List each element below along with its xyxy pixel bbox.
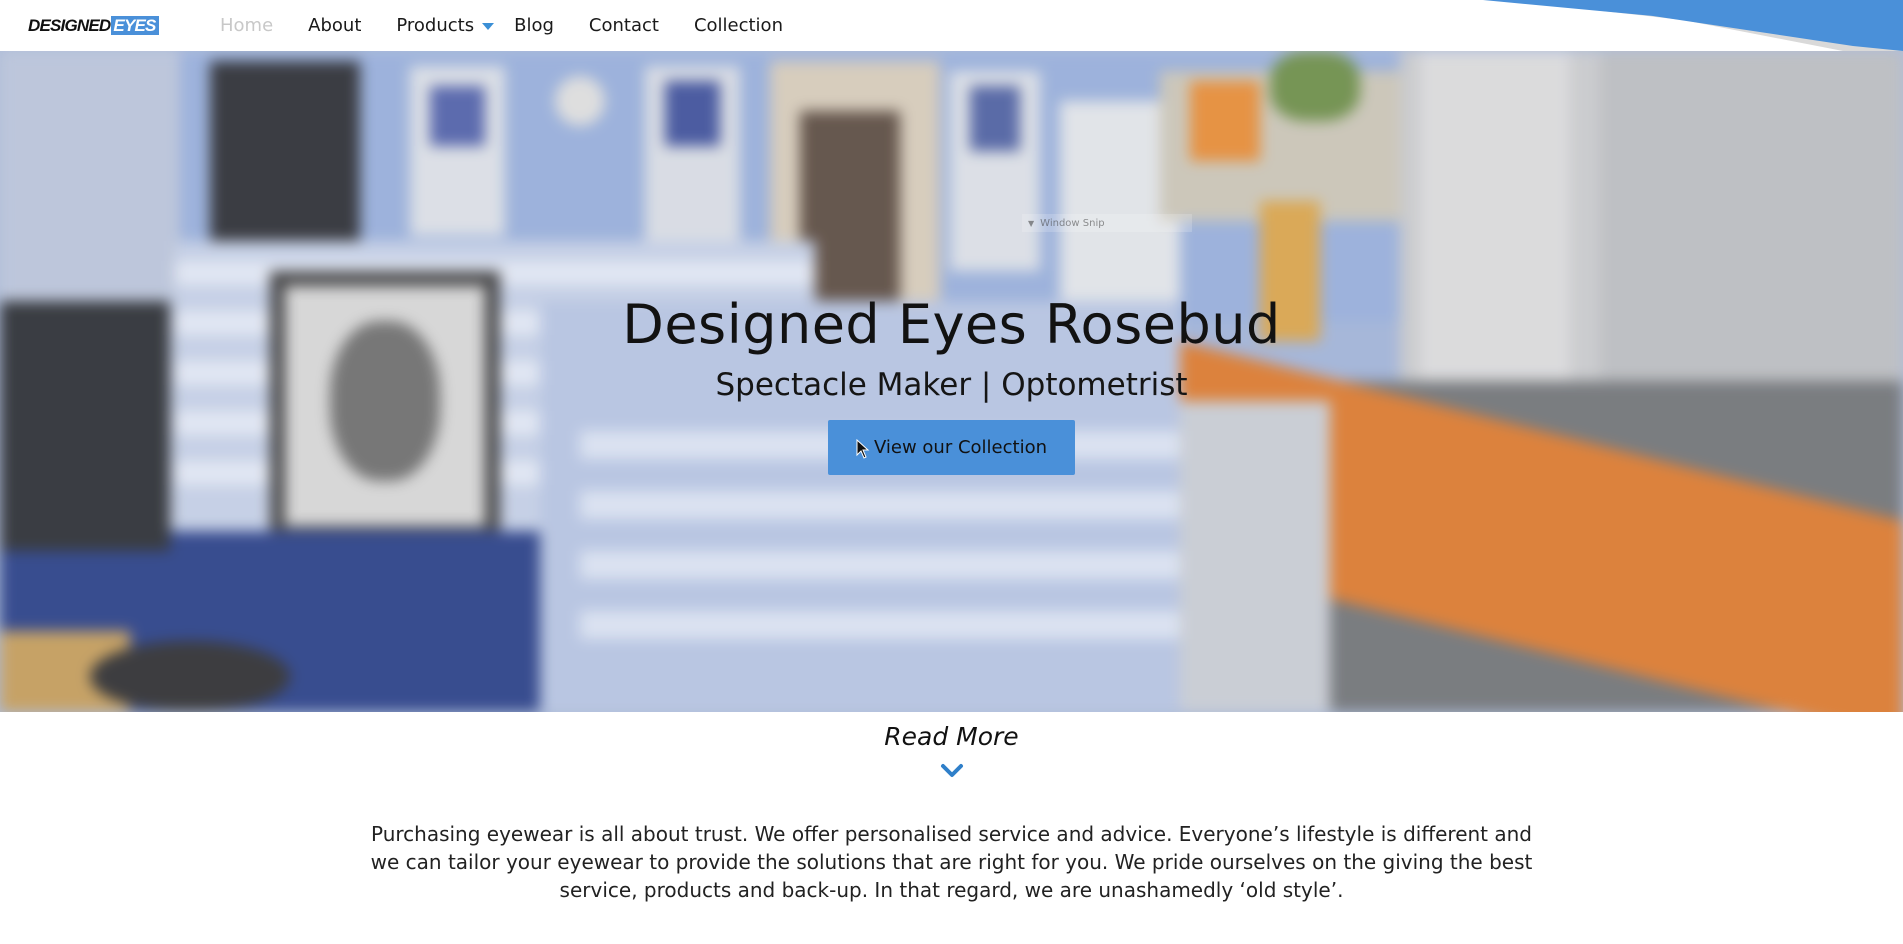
view-collection-button[interactable]: View our Collection (828, 420, 1075, 475)
nav-item-products[interactable]: Products (396, 15, 495, 36)
nav-item-home[interactable]: Home (220, 15, 273, 36)
nav-item-label: About (308, 15, 362, 36)
caret-down-icon[interactable] (482, 23, 495, 30)
intro-paragraph: Purchasing eyewear is all about trust. W… (370, 822, 1533, 902)
hero-subtitle: Spectacle Maker | Optometrist (715, 367, 1188, 403)
snip-icon: ▼ (1028, 218, 1035, 228)
logo-word-designed: DESIGNED (28, 16, 111, 35)
nav-item-label: Collection (693, 15, 783, 36)
nav-item-collection[interactable]: Collection (694, 15, 783, 36)
window-snip-tooltip: ▼ Window Snip (1022, 214, 1192, 232)
nav-item-label: Products (396, 15, 475, 36)
main-nav: Home About Products Blog Contact Collect… (220, 0, 818, 51)
header-swoosh-decoration (1483, 0, 1903, 51)
read-more-heading[interactable]: Read More (0, 722, 1903, 751)
top-navbar: DESIGNED EYES Home About Products Blog Co… (0, 0, 1903, 51)
nav-item-contact[interactable]: Contact (589, 15, 659, 36)
nav-item-label: Contact (588, 15, 659, 36)
logo-word-eyes: EYES (111, 16, 159, 35)
hero-title: Designed Eyes Rosebud (622, 293, 1281, 356)
chevron-down-icon[interactable] (940, 762, 964, 780)
nav-item-label: Home (220, 15, 274, 36)
view-collection-label: View our Collection (873, 437, 1047, 458)
nav-item-label: Blog (514, 15, 554, 36)
mouse-pointer-icon (856, 438, 870, 459)
nav-item-about[interactable]: About (308, 15, 361, 36)
brand-logo[interactable]: DESIGNED EYES (28, 16, 159, 36)
nav-item-blog[interactable]: Blog (514, 15, 554, 36)
window-snip-label: Window Snip (1040, 217, 1105, 229)
hero-banner: ▼ Window Snip Designed Eyes Rosebud Spec… (0, 51, 1903, 712)
